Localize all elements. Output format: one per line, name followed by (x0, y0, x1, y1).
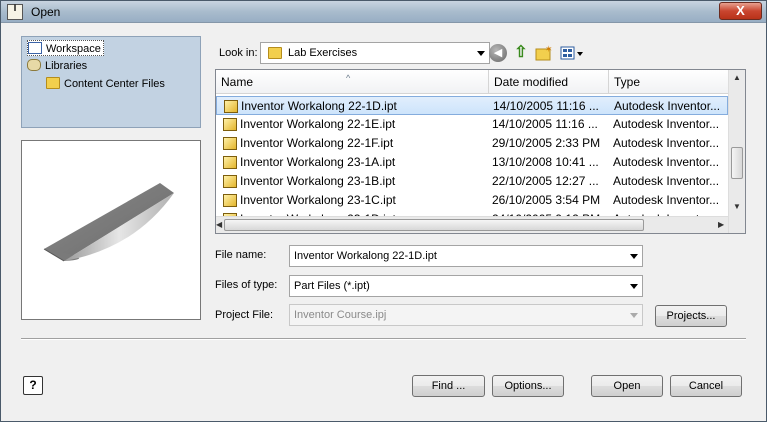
find-button[interactable]: Find ... (412, 375, 485, 397)
chevron-down-icon[interactable] (630, 254, 638, 259)
file-type: Autodesk Inventor... (613, 136, 720, 150)
file-row[interactable]: Inventor Workalong 22-1E.ipt 14/10/2005 … (216, 115, 728, 134)
part-file-icon (224, 100, 238, 113)
part-file-icon (223, 156, 237, 169)
file-row[interactable]: Inventor Workalong 22-1D.ipt 14/10/2005 … (216, 96, 728, 115)
cancel-button[interactable]: Cancel (670, 375, 742, 397)
file-name: Inventor Workalong 23-1A.ipt (240, 155, 396, 169)
place-content-center[interactable]: Content Center Files (46, 76, 165, 92)
window-title: Open (31, 5, 61, 19)
file-name: Inventor Workalong 22-1E.ipt (240, 117, 396, 131)
horizontal-scroll-thumb[interactable] (224, 219, 644, 231)
file-date: 29/10/2005 2:33 PM (492, 136, 601, 150)
folder-icon (46, 77, 60, 89)
look-in-label: Look in: (219, 47, 258, 59)
place-libraries[interactable]: Libraries (27, 58, 87, 74)
vertical-scrollbar[interactable]: ▲ ▼ (728, 70, 745, 233)
svg-text:✶: ✶ (545, 45, 553, 55)
part-file-icon (223, 175, 237, 188)
file-name: Inventor Workalong 23-1C.ipt (240, 193, 396, 207)
part-file-icon (223, 118, 237, 131)
file-name: Inventor Workalong 23-1B.ipt (240, 174, 396, 188)
projects-button[interactable]: Projects... (655, 305, 727, 327)
close-button[interactable]: X (719, 2, 762, 20)
up-folder-icon[interactable]: ⇧ (512, 44, 530, 62)
file-type-label: Files of type: (215, 279, 278, 291)
file-row[interactable]: Inventor Workalong 23-1C.ipt 26/10/2005 … (216, 191, 728, 210)
place-label: Content Center Files (64, 78, 165, 90)
scroll-up-icon[interactable]: ▲ (733, 73, 741, 82)
file-type: Autodesk Inventor... (613, 117, 720, 131)
chevron-down-icon[interactable] (630, 284, 638, 289)
help-icon[interactable]: ? (23, 376, 43, 395)
scroll-left-icon[interactable]: ◀ (216, 220, 222, 229)
file-row[interactable]: Inventor Workalong 23-1A.ipt 13/10/2008 … (216, 153, 728, 172)
file-type-value: Part Files (*.ipt) (294, 280, 370, 292)
file-name-value: Inventor Workalong 22-1D.ipt (294, 250, 437, 262)
horizontal-scrollbar[interactable]: ◀ ▶ (216, 216, 728, 233)
view-menu-icon[interactable] (560, 44, 584, 62)
file-date: 14/10/2005 11:16 ... (493, 99, 599, 113)
column-label: Date modified (494, 75, 569, 89)
file-date: 14/10/2005 11:16 ... (492, 117, 598, 131)
inventor-app-icon: I (7, 4, 23, 20)
file-type: Autodesk Inventor... (613, 193, 720, 207)
separator (21, 338, 746, 340)
file-type-select[interactable]: Part Files (*.ipt) (289, 275, 643, 297)
file-name: Inventor Workalong 22-1F.ipt (240, 136, 394, 150)
file-name-input[interactable]: Inventor Workalong 22-1D.ipt (289, 245, 643, 267)
scroll-right-icon[interactable]: ▶ (718, 220, 724, 229)
places-panel: Workspace Libraries Content Center Files (21, 36, 201, 128)
column-header-name[interactable]: ^ Name (216, 70, 489, 94)
chevron-down-icon (630, 313, 638, 318)
file-row[interactable]: Inventor Workalong 22-1F.ipt 29/10/2005 … (216, 134, 728, 153)
part-thumbnail-image (43, 183, 174, 262)
file-row[interactable]: Inventor Workalong 23-1B.ipt 22/10/2005 … (216, 172, 728, 191)
part-file-icon (223, 137, 237, 150)
look-in-dropdown[interactable]: Lab Exercises (260, 42, 490, 64)
dialog-body: Workspace Libraries Content Center Files (7, 26, 760, 417)
vertical-scroll-thumb[interactable] (731, 147, 743, 179)
new-folder-icon[interactable]: ✶ (535, 44, 553, 62)
folder-icon (268, 47, 282, 59)
workspace-icon (28, 42, 42, 54)
open-dialog: I Open X Workspace Libraries Content Cen… (0, 0, 767, 422)
scroll-down-icon[interactable]: ▼ (733, 202, 741, 211)
libraries-icon (27, 59, 41, 71)
place-workspace[interactable]: Workspace (27, 40, 104, 56)
back-arrow-icon[interactable]: ◀ (489, 44, 507, 62)
place-label: Libraries (45, 60, 88, 72)
file-type: Autodesk Inventor... (614, 99, 721, 113)
project-file-value: Inventor Course.ipj (294, 309, 387, 321)
column-label: Name (221, 75, 254, 89)
file-list[interactable]: ^ Name Date modified Type Inventor Worka… (215, 69, 746, 234)
project-file-select: Inventor Course.ipj (289, 304, 643, 326)
look-in-value: Lab Exercises (288, 47, 358, 59)
part-preview (21, 140, 201, 320)
column-header-type[interactable]: Type (609, 70, 729, 94)
file-date: 22/10/2005 12:27 ... (492, 174, 599, 188)
options-button[interactable]: Options... (492, 375, 564, 397)
file-date: 13/10/2008 10:41 ... (492, 155, 599, 169)
project-file-label: Project File: (215, 309, 274, 321)
part-file-icon (223, 194, 237, 207)
title-bar[interactable]: I Open X (1, 1, 766, 23)
file-name-label: File name: (215, 249, 267, 261)
open-button[interactable]: Open (591, 375, 663, 397)
file-date: 26/10/2005 3:54 PM (492, 193, 601, 207)
file-type: Autodesk Inventor... (613, 155, 720, 169)
file-type: Autodesk Inventor... (613, 174, 720, 188)
sort-ascending-icon: ^ (346, 73, 351, 83)
chevron-down-icon (477, 51, 485, 56)
place-label: Workspace (46, 43, 101, 55)
file-name: Inventor Workalong 22-1D.ipt (241, 99, 397, 113)
column-header-date[interactable]: Date modified (489, 70, 609, 94)
column-label: Type (614, 75, 641, 89)
